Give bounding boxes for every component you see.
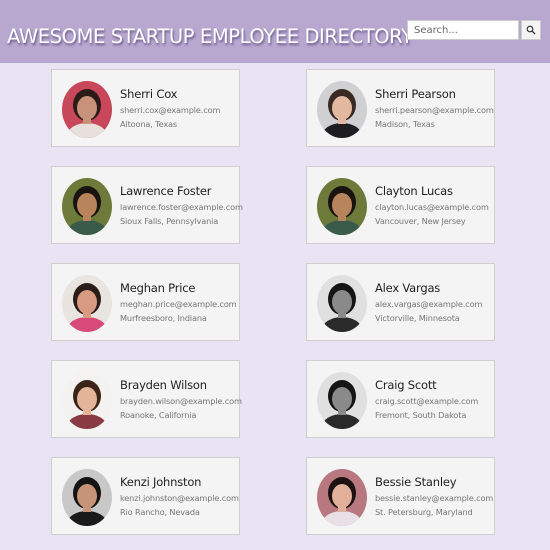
employee-location: Murfreesboro, Indiana [120, 313, 207, 323]
search-button[interactable] [521, 20, 541, 40]
avatar [317, 81, 367, 138]
employee-location: St. Petersburg, Maryland [375, 507, 473, 517]
employee-email: meghan.price@example.com [120, 299, 237, 309]
employee-card[interactable]: Lawrence Foster lawrence.foster@example.c… [51, 166, 243, 244]
avatar [62, 372, 112, 429]
page-title: AWESOME STARTUP EMPLOYEE DIRECTORY [7, 25, 413, 48]
avatar [317, 275, 367, 332]
avatar [62, 469, 112, 526]
employee-location: Victorville, Minnesota [375, 313, 460, 323]
employee-name: Kenzi Johnston [120, 475, 202, 489]
employee-email: sherri.cox@example.com [120, 105, 221, 115]
employee-location: Madison, Texas [375, 119, 435, 129]
employee-name: Craig Scott [375, 378, 437, 392]
employee-location: Fremont, South Dakota [375, 410, 467, 420]
employee-card[interactable]: Sherri Pearson sherri.pearson@example.com… [306, 69, 495, 147]
employee-card[interactable]: Brayden Wilson brayden.wilson@example.com… [51, 360, 242, 438]
employee-location: Vancouver, New Jersey [375, 216, 466, 226]
employee-name: Sherri Cox [120, 87, 178, 101]
employee-email: clayton.lucas@example.com [375, 202, 489, 212]
header-bar: AWESOME STARTUP EMPLOYEE DIRECTORY [0, 0, 550, 63]
employee-card[interactable]: Sherri Cox sherri.cox@example.com Altoona,… [51, 69, 240, 147]
avatar [62, 178, 112, 235]
employee-card[interactable]: Bessie Stanley bessie.stanley@example.com… [306, 457, 495, 535]
avatar [317, 469, 367, 526]
employee-location: Rio Rancho, Nevada [120, 507, 200, 517]
avatar [317, 178, 367, 235]
employee-location: Altoona, Texas [120, 119, 178, 129]
employee-name: Brayden Wilson [120, 378, 207, 392]
search-icon [526, 25, 536, 35]
employee-email: brayden.wilson@example.com [120, 396, 242, 406]
employee-card[interactable]: Clayton Lucas clayton.lucas@example.com Va… [306, 166, 495, 244]
employee-card[interactable]: Meghan Price meghan.price@example.com Murf… [51, 263, 240, 341]
employee-email: bessie.stanley@example.com [375, 493, 494, 503]
employee-name: Sherri Pearson [375, 87, 456, 101]
employee-email: craig.scott@example.com [375, 396, 479, 406]
employee-email: sherri.pearson@example.com [375, 105, 494, 115]
avatar [62, 81, 112, 138]
employee-location: Roanoke, California [120, 410, 197, 420]
employee-card[interactable]: Alex Vargas alex.vargas@example.com Victor… [306, 263, 495, 341]
employee-email: lawrence.foster@example.com [120, 202, 243, 212]
employee-email: alex.vargas@example.com [375, 299, 483, 309]
employee-name: Lawrence Foster [120, 184, 212, 198]
employee-name: Clayton Lucas [375, 184, 453, 198]
employee-email: kenzi.johnston@example.com [120, 493, 239, 503]
employee-card[interactable]: Craig Scott craig.scott@example.com Fremon… [306, 360, 495, 438]
employee-card[interactable]: Kenzi Johnston kenzi.johnston@example.com… [51, 457, 240, 535]
avatar [62, 275, 112, 332]
avatar [317, 372, 367, 429]
employee-name: Bessie Stanley [375, 475, 457, 489]
employee-name: Alex Vargas [375, 281, 441, 295]
search-input[interactable] [407, 20, 519, 40]
employee-name: Meghan Price [120, 281, 196, 295]
employee-location: Sioux Falls, Pennsylvania [120, 216, 219, 226]
